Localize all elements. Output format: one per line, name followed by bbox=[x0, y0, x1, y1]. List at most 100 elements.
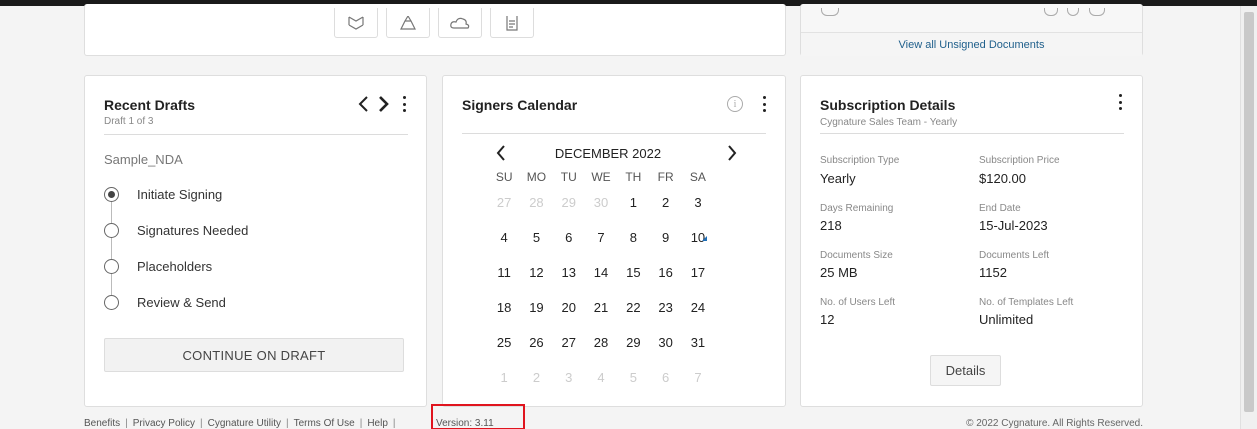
details-button[interactable]: Details bbox=[930, 355, 1001, 386]
calendar-day[interactable]: 6 bbox=[553, 230, 585, 245]
footer-link-cygnature-utility[interactable]: Cygnature Utility bbox=[208, 418, 281, 429]
draft-counter: Draft 1 of 3 bbox=[104, 116, 154, 127]
calendar-day[interactable]: 5 bbox=[520, 230, 552, 245]
scrollbar-thumb[interactable] bbox=[1244, 12, 1254, 412]
step-label: Initiate Signing bbox=[137, 186, 223, 202]
prev-draft-icon[interactable] bbox=[357, 95, 369, 113]
calendar-day[interactable]: 7 bbox=[682, 370, 714, 385]
calendar-day[interactable]: 10 bbox=[682, 230, 714, 245]
calendar-day[interactable]: 3 bbox=[682, 195, 714, 210]
weekday-label: SA bbox=[689, 170, 706, 184]
calendar-day[interactable]: 24 bbox=[682, 300, 714, 315]
subscription-menu-icon[interactable] bbox=[1119, 94, 1123, 110]
calendar-day[interactable]: 6 bbox=[649, 370, 681, 385]
calendar-day[interactable]: 16 bbox=[649, 265, 681, 280]
calendar-day[interactable]: 1 bbox=[617, 195, 649, 210]
onedrive-source-button[interactable] bbox=[438, 8, 482, 38]
calendar-day[interactable]: 17 bbox=[682, 265, 714, 280]
calendar-day[interactable]: 11 bbox=[488, 265, 520, 280]
footer-link-privacy-policy[interactable]: Privacy Policy bbox=[133, 418, 195, 429]
action-icon-fragment bbox=[1067, 8, 1079, 16]
date-marker-icon bbox=[702, 236, 707, 241]
calendar-day[interactable]: 3 bbox=[553, 370, 585, 385]
step-label: Signatures Needed bbox=[137, 222, 249, 238]
unsigned-documents-card: View all Unsigned Documents bbox=[800, 4, 1143, 56]
calendar-day[interactable]: 9 bbox=[649, 230, 681, 245]
weekday-label: FR bbox=[657, 170, 674, 184]
calendar-day[interactable]: 25 bbox=[488, 335, 520, 350]
subscription-plan: Cygnature Sales Team - Yearly bbox=[820, 117, 958, 128]
calendar-day[interactable]: 4 bbox=[585, 370, 617, 385]
calendar-day[interactable]: 28 bbox=[585, 335, 617, 350]
calendar-week-row: 11 12 13 14 15 16 17 bbox=[488, 265, 714, 280]
next-draft-icon[interactable] bbox=[378, 95, 390, 113]
dropbox-source-button[interactable] bbox=[334, 8, 378, 38]
calendar-day[interactable]: 2 bbox=[520, 370, 552, 385]
calendar-day[interactable]: 18 bbox=[488, 300, 520, 315]
documents-size-value: 25 MB bbox=[820, 265, 858, 280]
subscription-price-value: $120.00 bbox=[979, 171, 1026, 186]
calendar-day[interactable]: 12 bbox=[520, 265, 552, 280]
calendar-day[interactable]: 22 bbox=[617, 300, 649, 315]
calendar-day[interactable]: 23 bbox=[649, 300, 681, 315]
view-all-unsigned-link[interactable]: View all Unsigned Documents bbox=[801, 32, 1142, 56]
subscription-type-value: Yearly bbox=[820, 171, 856, 186]
action-icon-fragment bbox=[1089, 8, 1105, 16]
step-radio bbox=[104, 258, 119, 274]
prev-month-icon[interactable] bbox=[495, 144, 507, 162]
next-month-icon[interactable] bbox=[726, 144, 738, 162]
subscription-title: Subscription Details bbox=[820, 97, 956, 113]
weekday-label: WE bbox=[591, 170, 611, 184]
calendar-day[interactable]: 14 bbox=[585, 265, 617, 280]
footer-link-help[interactable]: Help bbox=[367, 418, 388, 429]
continue-on-draft-button[interactable]: CONTINUE ON DRAFT bbox=[104, 338, 404, 372]
recent-drafts-title: Recent Drafts bbox=[104, 97, 196, 113]
divider bbox=[104, 134, 408, 135]
documents-size-label: Documents Size bbox=[820, 250, 893, 261]
copyright-text: © 2022 Cygnature. All Rights Reserved. bbox=[966, 418, 1143, 429]
divider bbox=[820, 133, 1124, 134]
calendar-day[interactable]: 7 bbox=[585, 230, 617, 245]
calendar-day[interactable]: 19 bbox=[520, 300, 552, 315]
calendar-day[interactable]: 27 bbox=[488, 195, 520, 210]
calendar-day[interactable]: 30 bbox=[649, 335, 681, 350]
draft-document-name: Sample_NDA bbox=[104, 152, 183, 167]
subscription-details-card: Subscription Details Cygnature Sales Tea… bbox=[800, 75, 1143, 407]
calendar-day[interactable]: 5 bbox=[617, 370, 649, 385]
google-drive-source-button[interactable] bbox=[386, 8, 430, 38]
calendar-day[interactable]: 29 bbox=[617, 335, 649, 350]
step-radio bbox=[104, 222, 119, 238]
footer-link-benefits[interactable]: Benefits bbox=[84, 418, 120, 429]
step-label: Review & Send bbox=[137, 294, 226, 310]
dropbox-icon bbox=[348, 15, 364, 30]
calendar-day[interactable]: 21 bbox=[585, 300, 617, 315]
step-label: Placeholders bbox=[137, 258, 213, 274]
calendar-day[interactable]: 8 bbox=[617, 230, 649, 245]
calendar-day[interactable]: 1 bbox=[488, 370, 520, 385]
calendar-day[interactable]: 13 bbox=[553, 265, 585, 280]
calendar-menu-icon[interactable] bbox=[763, 96, 767, 112]
calendar-day[interactable]: 15 bbox=[617, 265, 649, 280]
calendar-day[interactable]: 4 bbox=[488, 230, 520, 245]
weekday-label: TH bbox=[625, 170, 642, 184]
calendar-day[interactable]: 27 bbox=[553, 335, 585, 350]
documents-left-value: 1152 bbox=[979, 265, 1007, 280]
signers-calendar-title: Signers Calendar bbox=[462, 97, 578, 113]
calendar-week-row: 1234567 bbox=[488, 370, 714, 385]
info-icon[interactable]: i bbox=[727, 96, 743, 112]
footer-link-terms-of-use[interactable]: Terms Of Use bbox=[294, 418, 355, 429]
step-radio-checked bbox=[104, 186, 119, 202]
calendar-day[interactable]: 28 bbox=[520, 195, 552, 210]
calendar-day[interactable]: 30 bbox=[585, 195, 617, 210]
calendar-day[interactable]: 29 bbox=[553, 195, 585, 210]
calendar-day[interactable]: 26 bbox=[520, 335, 552, 350]
calendar-day[interactable]: 31 bbox=[682, 335, 714, 350]
step-initiate-signing: Initiate Signing bbox=[104, 186, 222, 202]
templates-left-value: Unlimited bbox=[979, 312, 1034, 327]
calendar-day[interactable]: 2 bbox=[649, 195, 681, 210]
vertical-scrollbar[interactable] bbox=[1240, 6, 1257, 429]
step-signatures-needed: Signatures Needed bbox=[104, 222, 248, 238]
calendar-day[interactable]: 20 bbox=[553, 300, 585, 315]
drafts-menu-icon[interactable] bbox=[403, 96, 407, 112]
template-source-button[interactable] bbox=[490, 8, 534, 38]
